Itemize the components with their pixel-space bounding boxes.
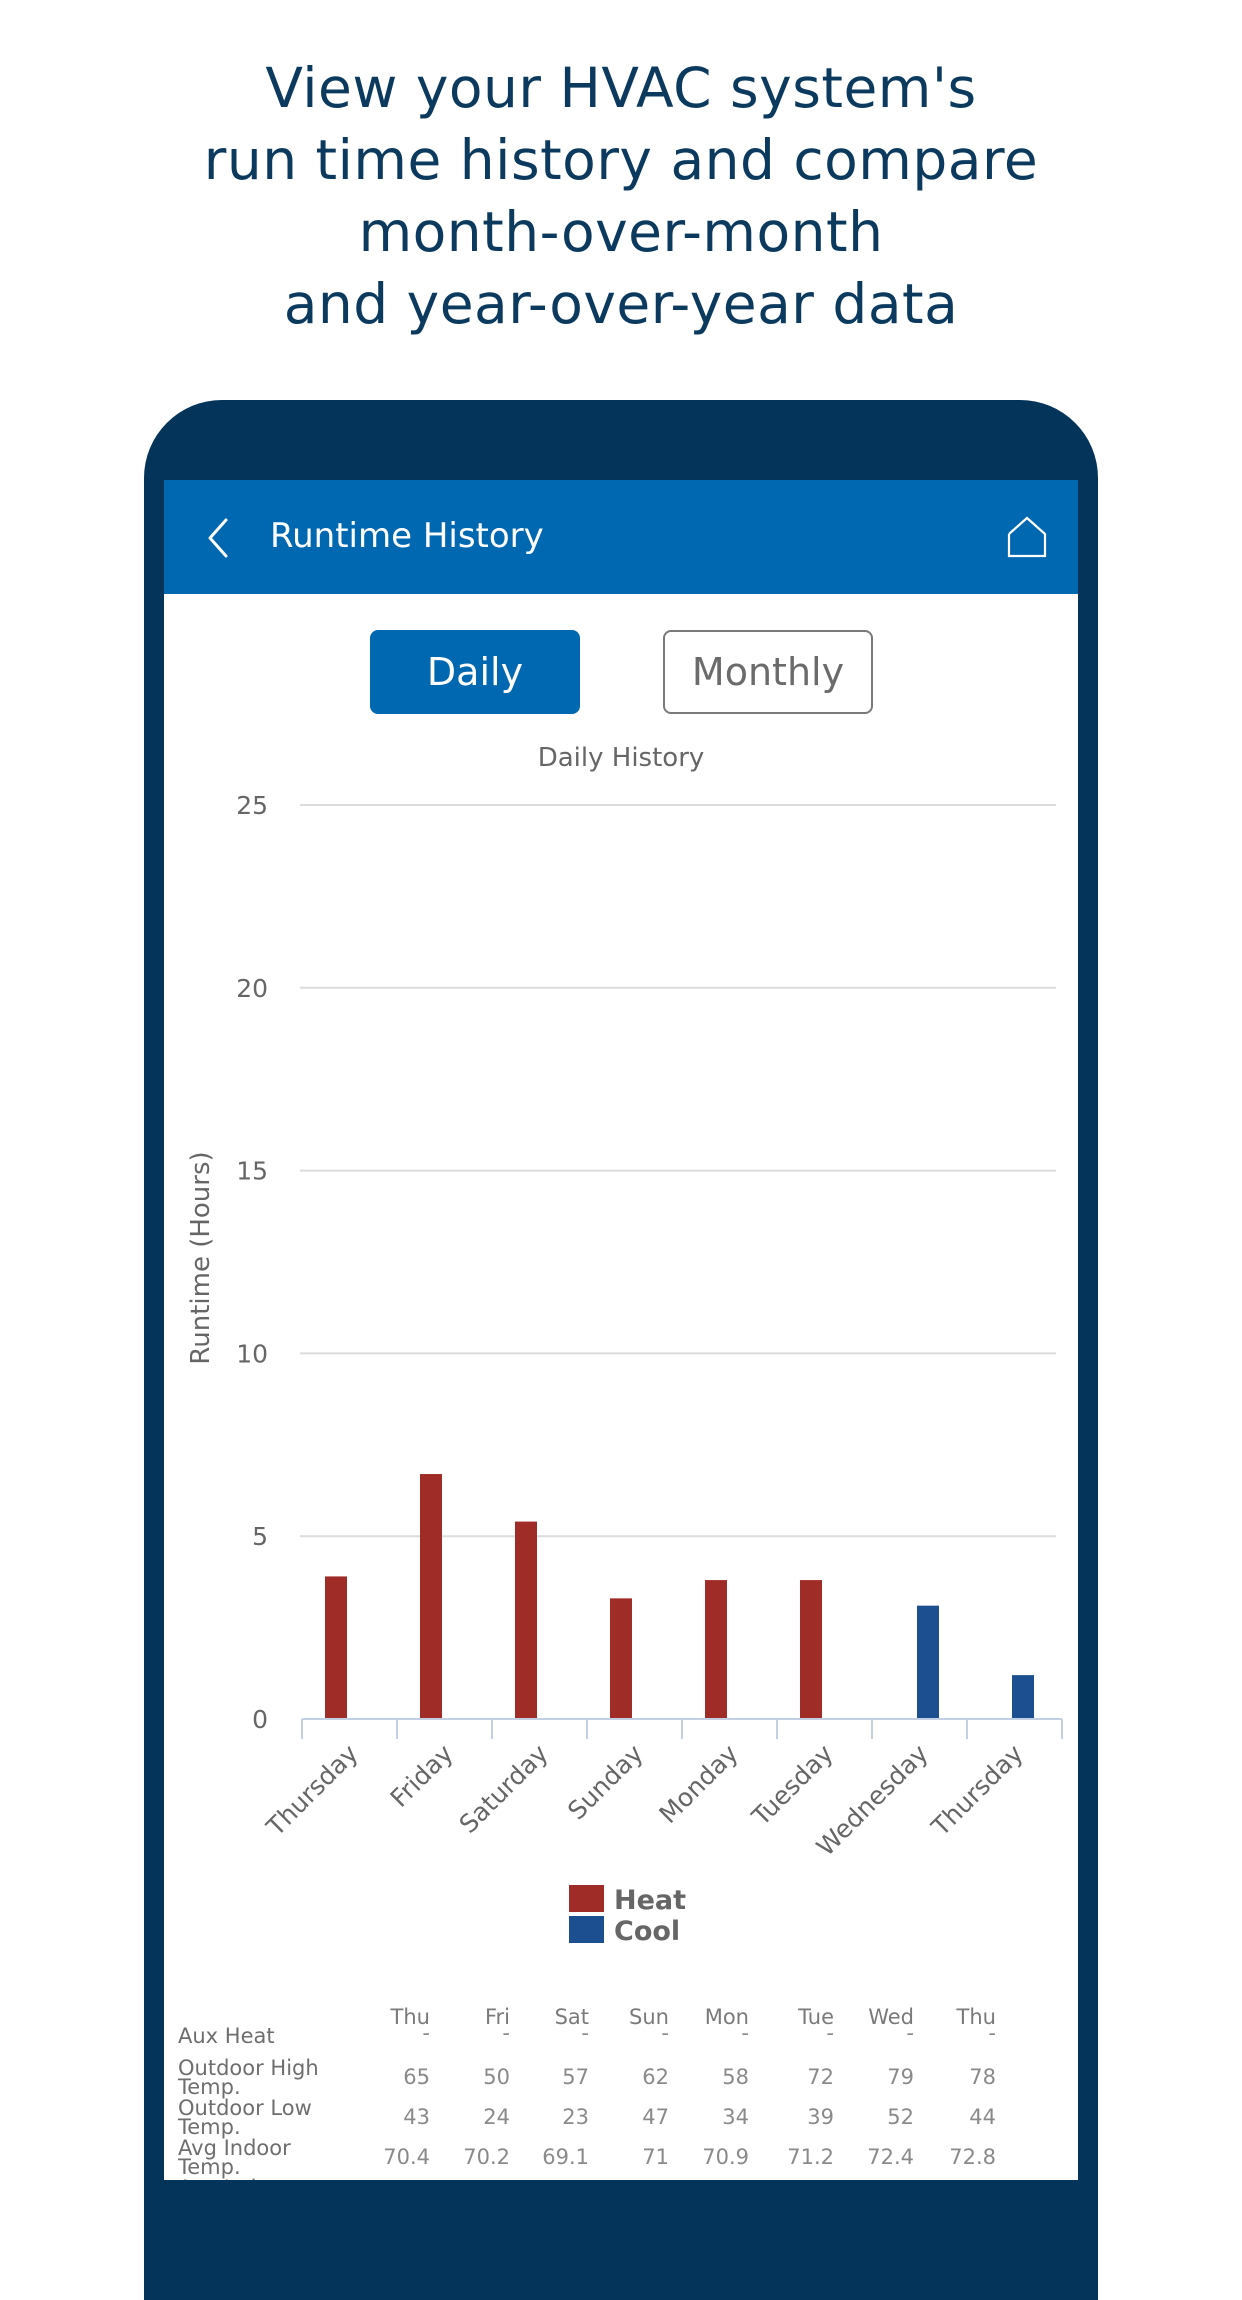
table-cell: 70.9 bbox=[702, 2145, 749, 2169]
row-label: Outdoor High Temp. bbox=[178, 2056, 319, 2099]
heat-bar bbox=[325, 1576, 347, 1719]
table-row: Avg Indoor bbox=[164, 2178, 1078, 2181]
table-cell: 34 bbox=[722, 2105, 749, 2129]
table-cell: 24 bbox=[483, 2105, 510, 2129]
x-tick-label: Thursday bbox=[925, 1739, 1029, 1843]
app-bar: Runtime History bbox=[164, 480, 1078, 594]
daily-tab[interactable]: Daily bbox=[370, 630, 580, 714]
heat-legend-swatch bbox=[569, 1885, 604, 1912]
app-screen: Runtime History Daily Monthly Daily Hist… bbox=[164, 480, 1078, 2180]
table-cell: 47 bbox=[642, 2105, 669, 2129]
table-cell: 69.1 bbox=[542, 2145, 589, 2169]
table-cell: 39 bbox=[807, 2105, 834, 2129]
table-cell: 70.4 bbox=[383, 2145, 430, 2169]
table-cell: 57 bbox=[562, 2065, 589, 2089]
headline-line: and year-over-year data bbox=[283, 272, 959, 336]
home-icon bbox=[1007, 516, 1047, 558]
back-button[interactable] bbox=[200, 516, 240, 560]
row-label: Aux Heat bbox=[178, 2024, 275, 2048]
table-cell: 62 bbox=[642, 2065, 669, 2089]
heat-bar bbox=[420, 1474, 442, 1719]
cool-legend-swatch bbox=[569, 1916, 604, 1943]
y-tick-label: 25 bbox=[236, 791, 268, 820]
cool-bar bbox=[917, 1605, 939, 1719]
x-tick-label: Tuesday bbox=[746, 1739, 839, 1832]
home-button[interactable] bbox=[1006, 516, 1048, 558]
x-tick-label: Monday bbox=[653, 1739, 743, 1829]
legend-label: Cool bbox=[614, 1916, 680, 1947]
headline-line: View your HVAC system's bbox=[265, 56, 977, 120]
table-cell: 50 bbox=[483, 2065, 510, 2089]
chevron-left-icon bbox=[208, 518, 228, 558]
table-cell: - bbox=[826, 2021, 834, 2045]
table-cell: - bbox=[906, 2021, 914, 2045]
y-tick-label: 0 bbox=[252, 1705, 268, 1734]
table-cell: 65 bbox=[403, 2065, 430, 2089]
legend-label: Heat bbox=[614, 1885, 686, 1916]
table-cell: - bbox=[581, 2021, 589, 2045]
heat-bar bbox=[800, 1580, 822, 1719]
y-tick-label: 10 bbox=[236, 1339, 268, 1368]
runtime-chart: Daily History Runtime (Hours) 0 5 10 15 20 25… bbox=[186, 743, 1063, 1947]
table-cell: - bbox=[422, 2021, 430, 2045]
heat-bar bbox=[610, 1598, 632, 1719]
table-cell: 72 bbox=[807, 2065, 834, 2089]
x-tick-label: Saturday bbox=[454, 1739, 554, 1839]
table-row: Outdoor High Temp. 65 50 57 62 58 72 79 78 bbox=[164, 2056, 1078, 2099]
table-cell: 78 bbox=[969, 2065, 996, 2089]
heat-bar bbox=[515, 1521, 537, 1719]
chart-title: Daily History bbox=[538, 743, 705, 773]
table-cell: 52 bbox=[887, 2105, 914, 2129]
table-row: Avg Indoor Temp. 70.4 70.2 69.1 71 70.9 71.2 72… bbox=[164, 2136, 1078, 2179]
table-cell: 71.2 bbox=[787, 2145, 834, 2169]
table-cell: - bbox=[502, 2021, 510, 2045]
table-cell: 43 bbox=[403, 2105, 430, 2129]
table-cell: 58 bbox=[722, 2065, 749, 2089]
table-cell: 44 bbox=[969, 2105, 996, 2129]
table-cell: 23 bbox=[562, 2105, 589, 2129]
heat-bar bbox=[705, 1580, 727, 1719]
table-cell: 70.2 bbox=[463, 2145, 510, 2169]
table-row: Outdoor Low Temp. 43 24 23 47 34 39 52 44 bbox=[164, 2096, 1078, 2139]
y-axis-label: Runtime (Hours) bbox=[186, 1151, 216, 1364]
table-cell: 71 bbox=[642, 2145, 669, 2169]
table-cell: 72.4 bbox=[867, 2145, 914, 2169]
headline-line: month-over-month bbox=[358, 200, 884, 264]
marketing-headline: View your HVAC system's run time history… bbox=[0, 52, 1242, 340]
row-label: Avg Indoor bbox=[178, 2178, 338, 2181]
y-tick-label: 5 bbox=[252, 1522, 268, 1551]
table-cell: - bbox=[741, 2021, 749, 2045]
table-cell: 79 bbox=[887, 2065, 914, 2089]
page-title: Runtime History bbox=[270, 516, 544, 556]
x-tick-label: Sunday bbox=[562, 1739, 649, 1826]
headline-line: run time history and compare bbox=[203, 128, 1039, 192]
cool-bar bbox=[1012, 1675, 1034, 1719]
row-label: Avg Indoor Temp. bbox=[178, 2136, 291, 2179]
x-tick-label: Friday bbox=[385, 1739, 459, 1813]
table-cell: - bbox=[661, 2021, 669, 2045]
y-tick-label: 15 bbox=[236, 1157, 268, 1186]
monthly-tab[interactable]: Monthly bbox=[663, 630, 873, 714]
row-label: Outdoor Low Temp. bbox=[178, 2096, 312, 2139]
daily-data-table: Thu Fri Sat Sun Mon Tue Wed Thu Aux Heat - - - - - - -… bbox=[164, 2005, 1078, 2180]
table-cell: 72.8 bbox=[949, 2145, 996, 2169]
table-cell: - bbox=[988, 2021, 996, 2045]
x-tick-label: Thursday bbox=[260, 1739, 364, 1843]
y-tick-label: 20 bbox=[236, 974, 268, 1003]
